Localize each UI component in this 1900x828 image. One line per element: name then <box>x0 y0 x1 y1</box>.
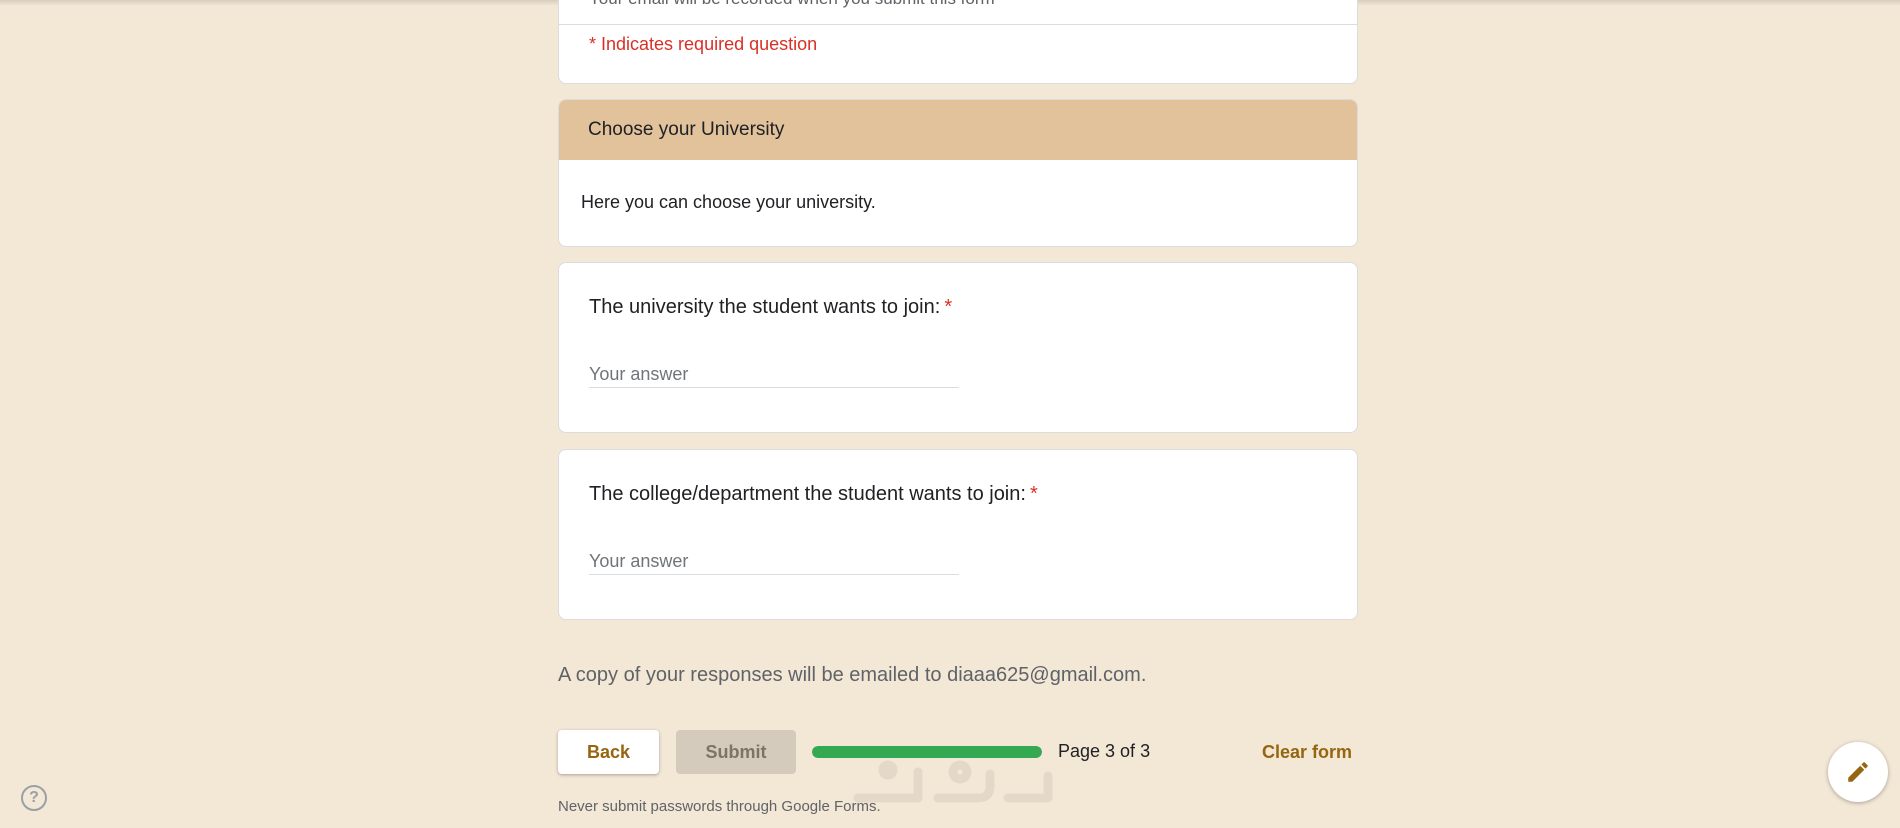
required-asterisk: * <box>944 296 953 318</box>
question-college-title: The college/department the student wants… <box>589 483 1038 506</box>
question-university-title: The university the student wants to join… <box>589 296 952 319</box>
submit-button[interactable]: Submit <box>676 730 796 774</box>
university-answer-input[interactable] <box>589 362 959 388</box>
question-college-label: The college/department the student wants… <box>589 483 1026 505</box>
section-title: Choose your University <box>559 100 1357 160</box>
required-question-note: * Indicates required question <box>589 34 818 54</box>
section-description: Here you can choose your university. <box>581 192 876 212</box>
section-card: Choose your University Here you can choo… <box>558 99 1358 247</box>
edit-fab-button[interactable] <box>1828 742 1888 802</box>
question-college-card: The college/department the student wants… <box>558 449 1358 620</box>
watermark-logo <box>853 760 1053 803</box>
email-recorded-note: Your email will be recorded when you sub… <box>589 0 995 9</box>
page-indicator: Page 3 of 3 <box>1058 741 1151 761</box>
password-warning: Never submit passwords through Google Fo… <box>558 798 881 815</box>
question-university-card: The university the student wants to join… <box>558 262 1358 433</box>
required-asterisk: * <box>1029 483 1038 505</box>
pencil-icon <box>1848 762 1868 782</box>
clear-form-button[interactable]: Clear form <box>1256 730 1358 774</box>
header-divider <box>559 24 1357 25</box>
form-header-card: Your email will be recorded when you sub… <box>558 0 1358 84</box>
response-copy-notice: A copy of your responses will be emailed… <box>558 664 1147 686</box>
help-circle-icon[interactable]: ? <box>21 785 47 811</box>
question-university-label: The university the student wants to join… <box>589 296 941 318</box>
college-answer-input[interactable] <box>589 549 959 575</box>
back-button[interactable]: Back <box>558 730 659 774</box>
